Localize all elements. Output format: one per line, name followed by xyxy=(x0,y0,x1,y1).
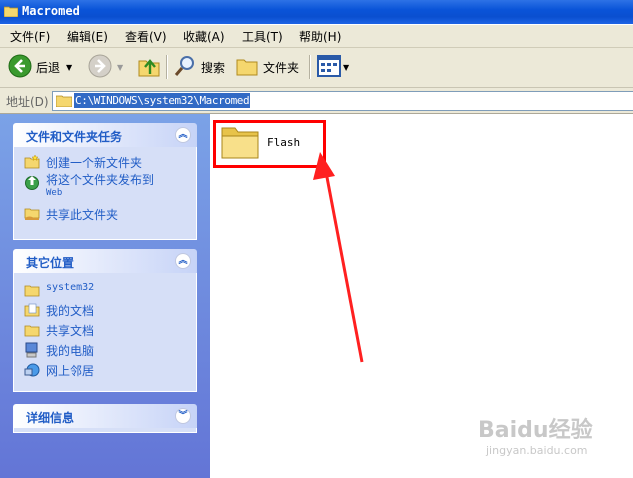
watermark-logo: Baidu经验 xyxy=(478,418,593,443)
annotation-arrow xyxy=(313,152,364,363)
watermark: Baidu经验 jingyan.baidu.com xyxy=(478,412,593,457)
watermark-url: jingyan.baidu.com xyxy=(486,444,588,457)
